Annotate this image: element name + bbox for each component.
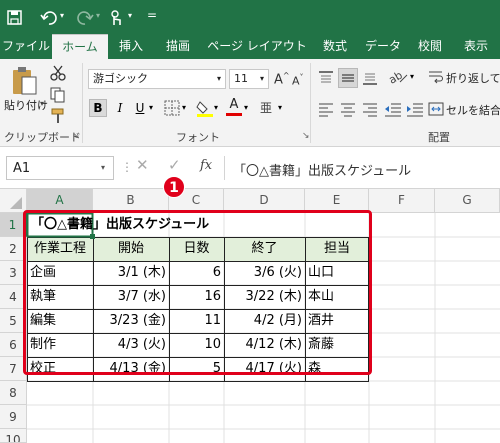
paste-dropdown-icon[interactable]: ▾ (40, 99, 44, 108)
insert-function-icon[interactable]: fx (200, 158, 212, 173)
increase-indent-icon[interactable] (406, 101, 424, 117)
italic-button[interactable]: I (112, 99, 128, 117)
format-painter-icon[interactable] (50, 108, 66, 124)
align-left-icon[interactable] (318, 101, 334, 117)
merge-center-label: セルを結合 (446, 104, 500, 117)
row-header-9[interactable]: 9 (0, 405, 27, 429)
borders-dropdown-icon[interactable]: ▾ (182, 103, 186, 112)
cancel-icon[interactable]: ✕ (136, 156, 149, 174)
tab-review[interactable]: 校閲 (408, 34, 452, 59)
redo-dropdown-icon[interactable]: ▾ (96, 11, 100, 20)
row-header-10[interactable]: 10 (0, 429, 27, 443)
name-box-value: A1 (13, 161, 31, 176)
font-name-combo[interactable]: 游ゴシック ▾ (88, 69, 226, 89)
tab-data[interactable]: データ (358, 34, 408, 59)
font-color-icon[interactable]: A (226, 97, 242, 117)
alignment-group-label: 配置 (428, 131, 450, 144)
formula-input[interactable]: 「〇△書籍」出版スケジュール (224, 156, 500, 180)
phonetic-icon[interactable]: 亜 (260, 99, 272, 116)
name-box-dropdown-icon[interactable]: ▾ (101, 163, 105, 172)
undo-icon[interactable] (40, 9, 58, 27)
customize-qat-icon[interactable]: = (147, 8, 157, 22)
font-size-dropdown-icon[interactable]: ▾ (260, 70, 264, 88)
tab-view[interactable]: 表示 (452, 34, 500, 59)
align-middle-icon (342, 74, 354, 82)
copy-icon[interactable] (50, 87, 66, 103)
phonetic-dropdown-icon[interactable]: ▾ (278, 103, 282, 112)
font-name-value: 游ゴシック (93, 72, 148, 85)
wrap-text-label: 折り返して (446, 72, 500, 85)
font-launcher-icon[interactable]: ↘ (302, 131, 310, 141)
font-group-label: フォント (176, 131, 220, 144)
save-icon[interactable] (6, 9, 24, 27)
wrap-text-button[interactable]: 折り返して (424, 65, 500, 89)
borders-icon[interactable] (164, 100, 180, 116)
clipboard-group-label: クリップボード (4, 131, 81, 144)
decrease-indent-icon[interactable] (384, 101, 402, 117)
grow-font-icon[interactable]: A^ (274, 71, 290, 87)
align-middle-button[interactable] (338, 68, 358, 88)
redo-icon[interactable] (76, 9, 94, 27)
merge-center-button[interactable]: セルを結合 (424, 97, 500, 121)
column-header-g[interactable]: G (435, 189, 500, 213)
tab-insert[interactable]: 挿入 (108, 34, 154, 59)
step-marker: 1 (163, 176, 185, 198)
select-all-icon (10, 197, 22, 209)
formula-bar-area: A1 ▾ ⋮ ✕ ✓ fx 「〇△書籍」出版スケジュール (0, 147, 500, 189)
shrink-font-icon[interactable]: A˅ (292, 73, 304, 88)
font-color-dropdown-icon[interactable]: ▾ (244, 103, 248, 112)
formula-bar-grip-icon[interactable]: ⋮ (121, 160, 133, 174)
touch-dropdown-icon[interactable]: ▾ (128, 11, 132, 20)
touch-mode-icon[interactable] (106, 8, 126, 28)
font-name-dropdown-icon[interactable]: ▾ (217, 70, 221, 88)
align-center-icon[interactable] (340, 101, 356, 117)
underline-dropdown-icon[interactable]: ▾ (149, 103, 153, 112)
bold-button[interactable]: B (89, 99, 107, 117)
merge-center-icon (428, 102, 444, 116)
ribbon: 貼り付け ▾ クリップボード ↘ 游ゴシック ▾ 11 ▾ A^ A˅ B I U … (0, 59, 500, 147)
align-right-icon[interactable] (362, 101, 378, 117)
highlight-frame (23, 210, 372, 375)
tab-page-layout[interactable]: ページ レイアウト (202, 34, 312, 59)
clipboard-launcher-icon[interactable]: ↘ (72, 131, 80, 141)
name-box[interactable]: A1 ▾ (6, 156, 114, 180)
svg-text:ab: ab (388, 69, 405, 86)
title-bar: ▾ ▾ ▾ = (0, 0, 500, 34)
wrap-text-icon (429, 71, 443, 84)
orientation-icon[interactable]: ab (388, 68, 410, 86)
tab-formulas[interactable]: 数式 (312, 34, 358, 59)
enter-icon[interactable]: ✓ (168, 156, 181, 174)
row-header-8[interactable]: 8 (0, 381, 27, 405)
align-bottom-icon[interactable] (362, 70, 378, 86)
tab-file[interactable]: ファイル (0, 34, 52, 59)
fill-color-dropdown-icon[interactable]: ▾ (214, 103, 218, 112)
font-size-value: 11 (234, 72, 248, 85)
formula-input-value: 「〇△書籍」出版スケジュール (233, 164, 412, 179)
tab-home[interactable]: ホーム (52, 34, 108, 59)
orientation-dropdown-icon[interactable]: ▾ (410, 72, 414, 81)
tab-draw[interactable]: 描画 (154, 34, 202, 59)
font-size-combo[interactable]: 11 ▾ (229, 69, 269, 89)
underline-button[interactable]: U (132, 99, 148, 117)
column-header-f[interactable]: F (369, 189, 435, 213)
align-top-icon[interactable] (318, 70, 334, 86)
select-all-corner[interactable] (0, 189, 27, 213)
undo-dropdown-icon[interactable]: ▾ (60, 11, 64, 20)
paste-icon[interactable] (10, 65, 38, 97)
cut-icon[interactable] (50, 65, 66, 81)
fill-color-icon[interactable] (196, 98, 214, 118)
